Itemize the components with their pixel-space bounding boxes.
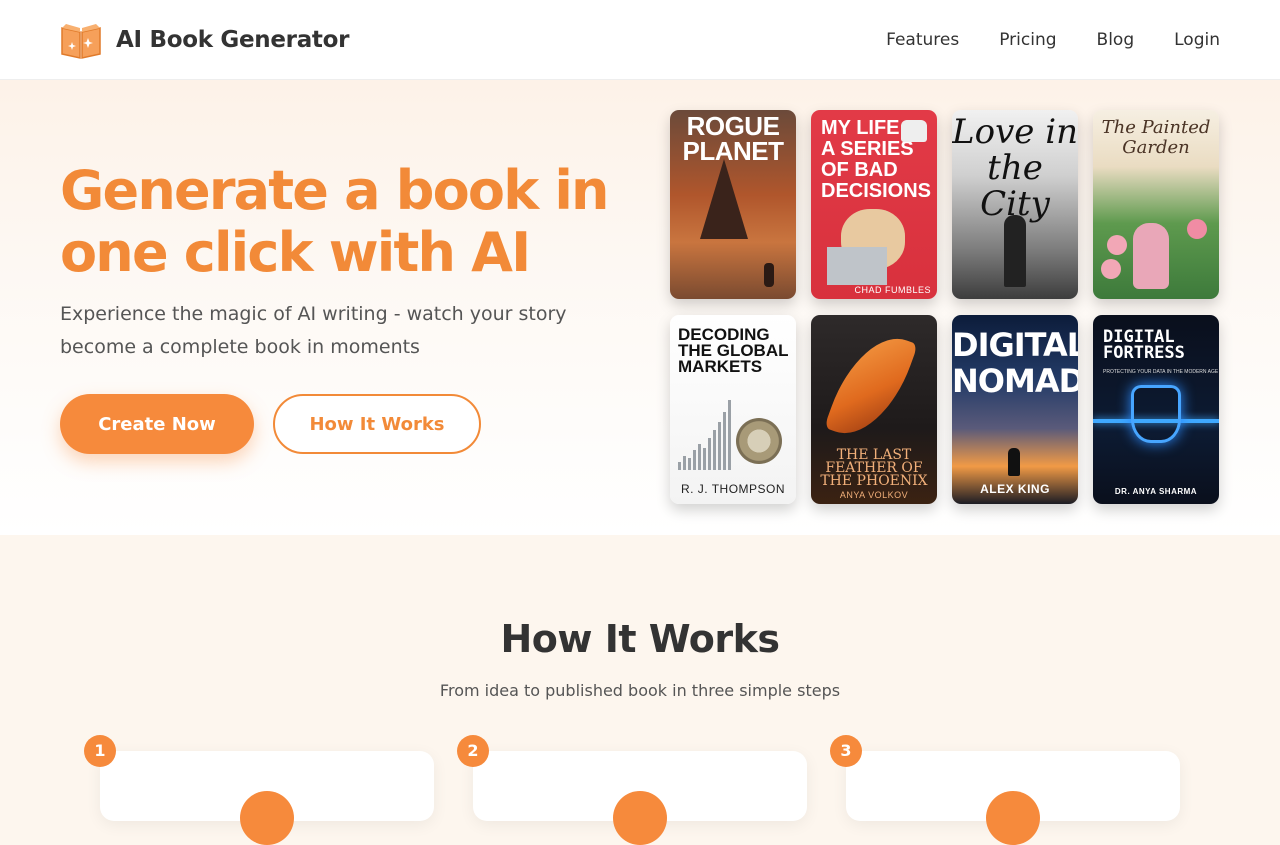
step-number-3: 3 xyxy=(830,735,862,767)
cat-illustration xyxy=(901,120,927,142)
how-it-works-button[interactable]: How It Works xyxy=(273,394,481,454)
traveler-illustration xyxy=(1008,448,1020,476)
book-author: ANYA VOLKOV xyxy=(839,490,909,500)
create-now-button[interactable]: Create Now xyxy=(60,394,254,454)
book-cover-love-in-the-city[interactable]: Love in the City xyxy=(952,110,1078,299)
book-author: DR. ANYA SHARMA xyxy=(1114,487,1198,496)
book-cover-rogue-planet[interactable]: ROGUE PLANET xyxy=(670,110,796,299)
castle-illustration xyxy=(700,159,748,239)
book-author: CHAD FUMBLES xyxy=(854,285,931,295)
step-card-3 xyxy=(846,751,1180,845)
flower-illustration xyxy=(1101,259,1121,279)
brand[interactable]: AI Book Generator xyxy=(60,20,349,60)
nav-features-link[interactable]: Features xyxy=(886,30,959,50)
nav-pricing-link[interactable]: Pricing xyxy=(999,30,1056,50)
section-title: How It Works xyxy=(500,617,780,661)
hero-title: Generate a book in one click with AI xyxy=(60,159,609,284)
step-icon xyxy=(240,791,294,845)
step-card-1 xyxy=(100,751,434,845)
book-cover-painted-garden[interactable]: The Painted Garden xyxy=(1093,110,1219,299)
book-author: R. J. THOMPSON xyxy=(680,482,786,496)
site-header: AI Book Generator Features Pricing Blog … xyxy=(0,0,1280,80)
book-cover-bad-decisions[interactable]: MY LIFE IS A SERIES OF BAD DECISIONS CHA… xyxy=(811,110,937,299)
nav-login-link[interactable]: Login xyxy=(1174,30,1220,50)
book-cover-decoding-markets[interactable]: DECODING THE GLOBAL MARKETS R. J. THOMPS… xyxy=(670,315,796,504)
book-title: ROGUE PLANET xyxy=(682,111,785,166)
hero-section: Generate a book in one click with AI Exp… xyxy=(0,80,1280,535)
book-title: DIGITAL NOMAD xyxy=(952,326,1078,400)
book-title: Love in the City xyxy=(952,112,1078,224)
book-cover-digital-nomad[interactable]: DIGITAL NOMAD ALEX KING xyxy=(952,315,1078,504)
book-logo-icon xyxy=(61,23,101,59)
step-number-2: 2 xyxy=(457,735,489,767)
book-subtitle: PROTECTING YOUR DATA IN THE MODERN AGE xyxy=(1103,369,1219,375)
feather-illustration xyxy=(823,324,919,448)
book-title: THE LAST FEATHER OF THE PHOENIX xyxy=(820,447,928,489)
flower-illustration xyxy=(1187,219,1207,239)
bar-chart-illustration xyxy=(678,400,731,470)
main-nav: Features Pricing Blog Login xyxy=(886,30,1220,50)
gear-illustration xyxy=(736,418,782,464)
shield-icon xyxy=(1131,385,1181,443)
step-number-1: 1 xyxy=(84,735,116,767)
section-subtitle: From idea to published book in three sim… xyxy=(439,681,841,700)
how-it-works-section: How It Works From idea to published book… xyxy=(0,535,1280,845)
book-title: DIGITAL FORTRESS xyxy=(1103,327,1185,363)
step-card-2 xyxy=(473,751,807,845)
laptop-illustration xyxy=(827,247,887,285)
book-title: The Painted Garden xyxy=(1101,117,1211,158)
step-icon xyxy=(613,791,667,845)
girl-illustration xyxy=(1133,223,1169,289)
nav-blog-link[interactable]: Blog xyxy=(1097,30,1135,50)
brand-name: AI Book Generator xyxy=(116,26,350,53)
hero-subtitle: Experience the magic of AI writing - wat… xyxy=(60,303,567,358)
couple-illustration xyxy=(1004,215,1026,287)
book-author: ALEX KING xyxy=(980,482,1050,496)
flower-illustration xyxy=(1107,235,1127,255)
book-cover-grid: ROGUE PLANET MY LIFE IS A SERIES OF BAD … xyxy=(670,110,1220,504)
book-cover-last-feather[interactable]: THE LAST FEATHER OF THE PHOENIX ANYA VOL… xyxy=(811,315,937,504)
step-icon xyxy=(986,791,1040,845)
astronaut-illustration xyxy=(764,263,774,287)
book-title: DECODING THE GLOBAL MARKETS xyxy=(678,325,789,376)
book-cover-digital-fortress[interactable]: DIGITAL FORTRESS PROTECTING YOUR DATA IN… xyxy=(1093,315,1219,504)
